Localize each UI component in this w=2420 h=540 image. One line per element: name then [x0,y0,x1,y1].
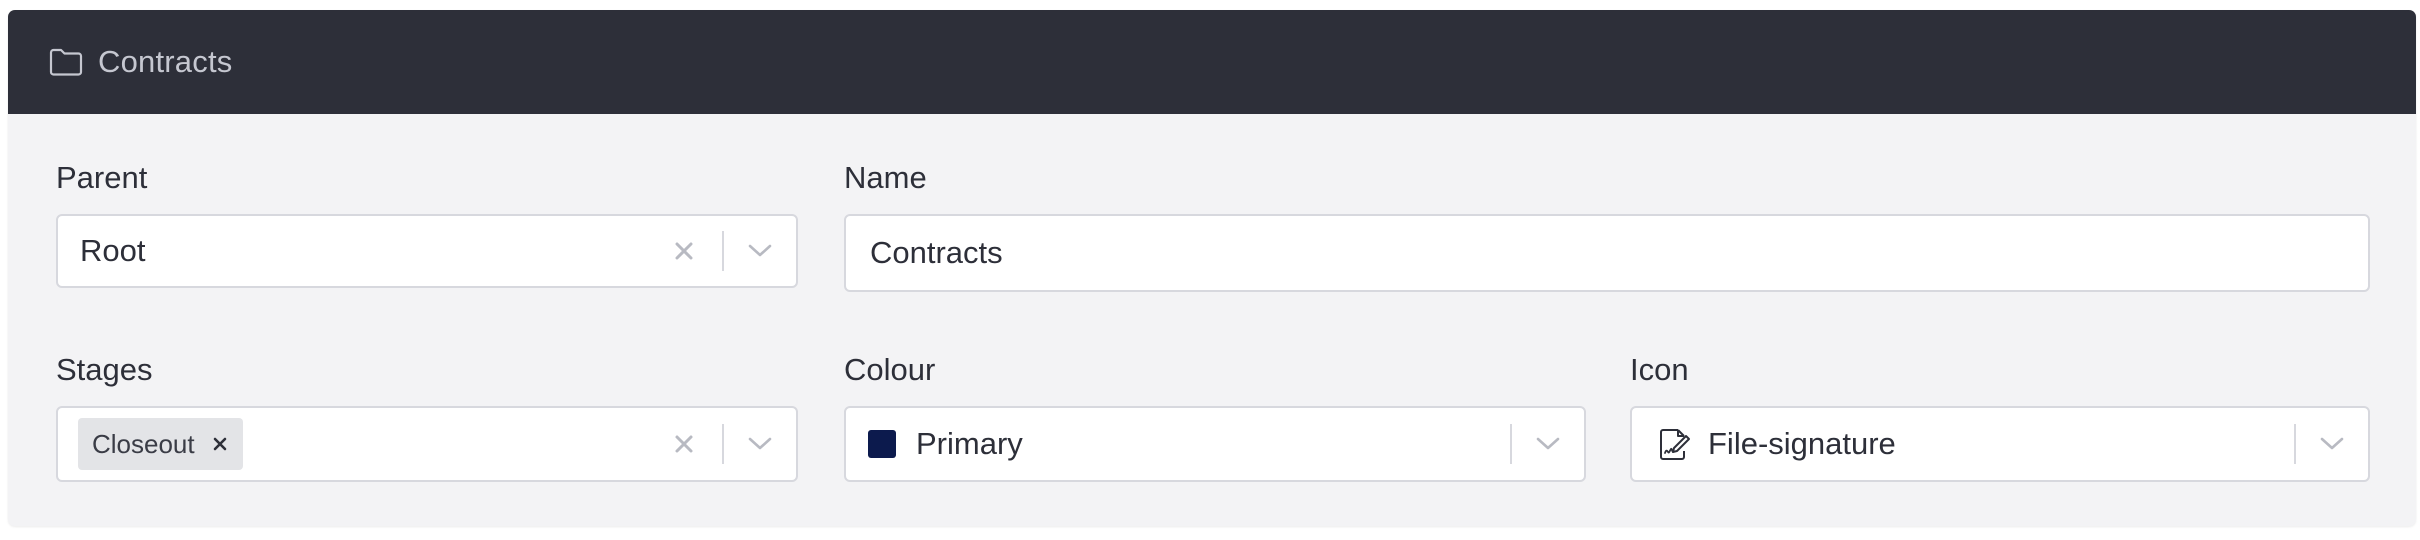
parent-clear-icon[interactable] [664,231,704,271]
panel-title: Contracts [98,44,233,79]
stages-field: Stages Closeout [56,352,798,482]
colour-select[interactable]: Primary [844,406,1586,482]
parent-select[interactable]: Root [56,214,798,288]
panel-header: Contracts [8,10,2416,114]
colour-label: Colour [844,352,936,387]
contracts-panel: Contracts Parent Root Name Contracts Sta… [8,10,2416,526]
stage-chip-label: Closeout [92,428,195,459]
icon-field: Icon File-signature [1630,352,2370,482]
parent-field: Parent Root [56,160,798,290]
parent-chevron-down-icon[interactable] [724,231,796,271]
parent-label: Parent [56,160,148,195]
colour-value: Primary [916,426,1023,461]
name-value: Contracts [870,235,1003,270]
chip-remove-icon[interactable] [209,433,231,455]
colour-swatch [868,430,896,458]
parent-indicators [664,216,796,286]
parent-value: Root [80,233,146,268]
stages-label: Stages [56,352,153,387]
name-field: Name Contracts [844,160,2370,292]
stages-indicators [664,408,796,480]
icon-chevron-down-icon[interactable] [2296,424,2368,464]
colour-indicators [1510,408,1584,480]
stage-chip: Closeout [78,418,243,470]
colour-field: Colour Primary [844,352,1586,482]
folder-icon [48,44,84,80]
stages-clear-icon[interactable] [664,424,704,464]
file-signature-icon [1656,426,1692,462]
icon-indicators [2294,408,2368,480]
stages-chevron-down-icon[interactable] [724,424,796,464]
icon-value: File-signature [1708,426,1896,461]
colour-chevron-down-icon[interactable] [1512,424,1584,464]
icon-select[interactable]: File-signature [1630,406,2370,482]
icon-label: Icon [1630,352,1689,387]
name-input[interactable]: Contracts [844,214,2370,292]
name-label: Name [844,160,927,195]
stages-multiselect[interactable]: Closeout [56,406,798,482]
